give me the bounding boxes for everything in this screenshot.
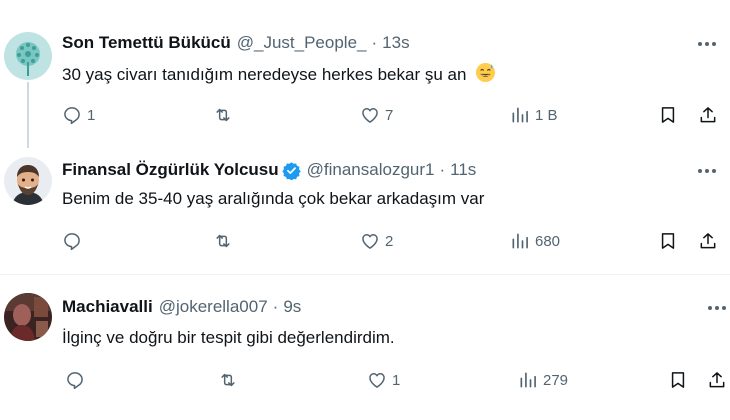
- reply-button[interactable]: [65, 369, 90, 391]
- bookmark-icon: [661, 233, 675, 249]
- grinning-sweat-emoji-icon: [476, 62, 496, 83]
- bookmark-button[interactable]: [668, 369, 688, 391]
- display-name[interactable]: Finansal Özgürlük Yolcusu: [62, 160, 279, 180]
- tweet-header: Machiavalli @jokerella007 · 9s: [62, 297, 301, 317]
- tweet-2[interactable]: Finansal Özgürlük Yolcusu @finansalozgur…: [0, 140, 730, 272]
- display-name[interactable]: Son Temettü Bükücü: [62, 33, 231, 53]
- verified-badge-icon[interactable]: [281, 161, 301, 180]
- user-handle[interactable]: @_Just_People_: [237, 33, 367, 53]
- like-button[interactable]: 1: [367, 369, 400, 391]
- tweet-header: Son Temettü Bükücü @_Just_People_ · 13s: [62, 33, 410, 53]
- like-icon: [369, 373, 385, 388]
- views-count: 680: [535, 232, 561, 250]
- tweet-3[interactable]: Machiavalli @jokerella007 · 9s İlginç ve…: [0, 276, 730, 420]
- like-button[interactable]: 7: [360, 104, 393, 126]
- tweet-text: İlginç ve doğru bir tespit gibi değerlen…: [62, 328, 395, 347]
- views-icon: [512, 233, 528, 249]
- avatar[interactable]: [4, 293, 52, 341]
- like-icon: [362, 234, 378, 249]
- bookmark-button[interactable]: [658, 230, 678, 252]
- share-icon: [700, 233, 716, 249]
- reply-icon: [67, 372, 83, 390]
- separator-dot: ·: [439, 160, 446, 179]
- tweet-divider: [0, 274, 730, 275]
- like-count: 1: [392, 371, 401, 389]
- views-button[interactable]: 1 B: [510, 104, 558, 126]
- display-name[interactable]: Machiavalli: [62, 297, 153, 317]
- separator-dot: ·: [272, 297, 279, 316]
- share-icon: [700, 107, 716, 123]
- retweet-button[interactable]: [213, 230, 238, 252]
- tweet-header: Finansal Özgürlük Yolcusu @finansalozgur…: [62, 160, 476, 180]
- retweet-icon: [216, 108, 230, 122]
- retweet-icon: [216, 234, 230, 248]
- reply-button[interactable]: [62, 230, 87, 252]
- tweet-text-content: 30 yaş civarı tanıdığım neredeyse herkes…: [62, 65, 467, 84]
- reply-count: 1: [87, 106, 96, 124]
- share-button[interactable]: [698, 104, 718, 126]
- share-button[interactable]: [707, 369, 727, 391]
- views-count: 1 B: [535, 106, 558, 124]
- like-count: 7: [385, 106, 394, 124]
- like-count: 2: [385, 232, 394, 250]
- retweet-icon: [221, 373, 235, 387]
- views-icon: [512, 107, 528, 123]
- retweet-button[interactable]: [213, 104, 238, 126]
- separator-dot: ·: [371, 33, 378, 52]
- reply-icon: [64, 233, 80, 251]
- views-button[interactable]: 279: [518, 369, 568, 391]
- timestamp[interactable]: 11s: [450, 160, 476, 180]
- bookmark-icon: [671, 372, 685, 388]
- user-handle[interactable]: @finansalozgur1: [307, 160, 435, 180]
- retweet-button[interactable]: [218, 369, 243, 391]
- tweet-1[interactable]: Son Temettü Bükücü @_Just_People_ · 13s …: [0, 0, 730, 140]
- bookmark-icon: [661, 107, 675, 123]
- views-icon: [520, 372, 536, 388]
- more-icon[interactable]: [694, 161, 720, 181]
- avatar[interactable]: [4, 32, 52, 80]
- tweet-text: 30 yaş civarı tanıdığım neredeyse herkes…: [62, 62, 496, 86]
- share-button[interactable]: [698, 230, 718, 252]
- share-icon: [709, 372, 725, 388]
- views-button[interactable]: 680: [510, 230, 560, 252]
- bookmark-button[interactable]: [658, 104, 678, 126]
- views-count: 279: [543, 371, 569, 389]
- user-handle[interactable]: @jokerella007: [159, 297, 268, 317]
- timestamp[interactable]: 13s: [382, 33, 409, 53]
- reply-button[interactable]: 1: [62, 104, 95, 126]
- more-icon[interactable]: [704, 298, 730, 318]
- like-icon: [362, 108, 378, 123]
- tweet-text: Benim de 35-40 yaş aralığında çok bekar …: [62, 189, 485, 208]
- avatar[interactable]: [4, 157, 52, 205]
- like-button[interactable]: 2: [360, 230, 393, 252]
- timestamp[interactable]: 9s: [283, 297, 301, 317]
- more-icon[interactable]: [694, 34, 720, 54]
- reply-icon: [64, 107, 80, 125]
